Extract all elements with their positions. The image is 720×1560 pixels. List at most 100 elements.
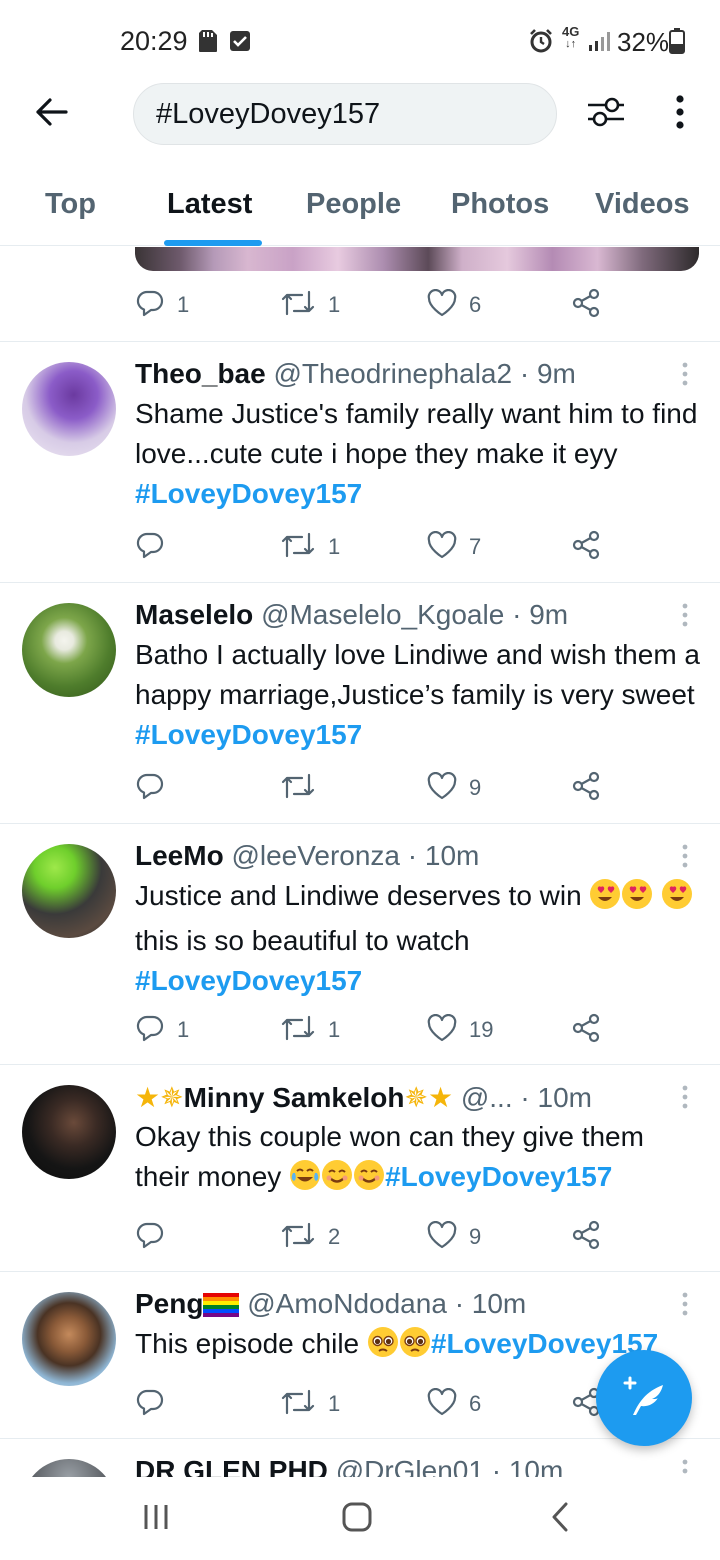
home-button[interactable] [327, 1497, 387, 1541]
tweet-media-image[interactable] [135, 247, 699, 271]
reply-icon [135, 288, 165, 323]
share-button[interactable] [571, 1010, 601, 1050]
tweet-more-button[interactable] [672, 359, 698, 393]
tab-latest[interactable]: Latest [167, 188, 252, 221]
tears-of-joy-emoji [289, 1159, 321, 1202]
display-name[interactable]: Peng [135, 1288, 203, 1319]
battery-icon [669, 26, 685, 56]
android-navigation-bar [0, 1477, 720, 1560]
tab-photos[interactable]: Photos [451, 188, 549, 221]
filter-sliders-icon [586, 95, 626, 134]
reply-button[interactable]: 1 [135, 1010, 189, 1050]
tweet-more-button[interactable] [672, 841, 698, 875]
share-button[interactable] [571, 527, 601, 567]
tweet-text-content: Shame Justice's family really want him t… [135, 398, 698, 469]
back-button[interactable] [28, 90, 76, 138]
tweet-divider [0, 341, 720, 342]
tweet-header: DR GLEN PHD @DrGlen01 · 10m [135, 1455, 685, 1477]
tweet-divider [0, 1438, 720, 1439]
user-handle: @AmoNdodana [247, 1288, 447, 1319]
reply-button[interactable] [135, 1384, 177, 1424]
tweet-header: Peng @AmoNdodana · 10m [135, 1288, 685, 1325]
display-name[interactable]: Maselelo [135, 599, 253, 630]
share-button[interactable] [571, 285, 601, 325]
share-icon [571, 530, 601, 565]
display-name[interactable]: DR GLEN PHD [135, 1455, 328, 1477]
tweet-actions: 1 1 6 [135, 285, 715, 325]
reply-count: 1 [177, 292, 190, 317]
tweet-text: Justice and Lindiwe deserves to win this… [135, 876, 700, 1001]
tweet-more-button[interactable] [672, 1456, 698, 1477]
tweet-more-button[interactable] [672, 1082, 698, 1116]
share-button[interactable] [571, 1217, 601, 1257]
avatar[interactable] [22, 603, 116, 697]
like-button[interactable]: 19 [427, 1010, 493, 1050]
tweet-more-button[interactable] [672, 1289, 698, 1323]
tweet-header: Maselelo @Maselelo_Kgoale · 9m [135, 599, 685, 631]
user-handle: @leeVeronza [231, 840, 401, 871]
like-button[interactable]: 9 [427, 768, 481, 808]
retweet-count: 1 [328, 1017, 341, 1042]
avatar[interactable] [22, 1459, 116, 1477]
tweet-header: Theo_bae @Theodrinephala2 · 9m [135, 358, 685, 390]
tab-people[interactable]: People [306, 188, 401, 221]
display-name[interactable]: LeeMo [135, 840, 224, 871]
reply-button[interactable] [135, 1217, 177, 1257]
retweet-button[interactable]: 1 [280, 1384, 340, 1424]
reply-button[interactable] [135, 527, 177, 567]
tweet-divider [0, 1064, 720, 1065]
hashtag-link[interactable]: #LoveyDovey157 [135, 719, 362, 750]
compose-tweet-button[interactable] [596, 1350, 692, 1446]
hashtag-link[interactable]: #LoveyDovey157 [385, 1161, 612, 1192]
tweet-text-content: this is so beautiful to watch [135, 925, 470, 956]
tweet-time: · 9m [512, 599, 569, 630]
heart-icon [427, 530, 457, 564]
hashtag-link[interactable]: #LoveyDovey157 [135, 478, 362, 509]
hashtag-link[interactable]: #LoveyDovey157 [135, 965, 362, 996]
avatar[interactable] [22, 1085, 116, 1179]
retweet-button[interactable]: 1 [280, 1010, 340, 1050]
display-name[interactable]: Theo_bae [135, 358, 266, 389]
retweet-button[interactable]: 1 [280, 527, 340, 567]
star-emoji: ✵★ [404, 1082, 454, 1113]
tweet-feed[interactable]: 1 1 6 Theo_bae @Theodrinephala2 · 9m Sha… [0, 247, 720, 1477]
recent-apps-button[interactable] [126, 1497, 186, 1541]
retweet-button[interactable]: 2 [280, 1217, 340, 1257]
pleading-face-emoji [367, 1326, 399, 1369]
tweet-actions: 1 7 [135, 527, 715, 567]
search-filter-button[interactable] [582, 92, 630, 136]
tweet-more-button[interactable] [672, 600, 698, 634]
like-count: 9 [469, 1224, 482, 1249]
search-input[interactable]: #LoveyDovey157 [133, 83, 557, 145]
avatar[interactable] [22, 362, 116, 456]
more-vertical-icon [682, 844, 688, 873]
like-count: 6 [469, 292, 482, 317]
tweet-text-content: This episode chile [135, 1328, 360, 1359]
avatar[interactable] [22, 844, 116, 938]
like-button[interactable]: 7 [427, 527, 481, 567]
alarm-icon [528, 26, 554, 56]
more-options-button[interactable] [660, 92, 700, 136]
more-vertical-icon [682, 1085, 688, 1114]
like-button[interactable]: 6 [427, 1384, 481, 1424]
sd-card-icon [198, 26, 218, 56]
share-button[interactable] [571, 768, 601, 808]
reply-button[interactable]: 1 [135, 285, 189, 325]
display-name[interactable]: Minny Samkeloh [184, 1082, 405, 1113]
like-button[interactable]: 9 [427, 1217, 481, 1257]
back-nav-button[interactable] [530, 1497, 590, 1541]
heart-icon [427, 288, 457, 322]
like-button[interactable]: 6 [427, 285, 481, 325]
reply-button[interactable] [135, 768, 177, 808]
tab-top[interactable]: Top [45, 188, 96, 221]
share-icon [571, 1220, 601, 1255]
share-icon [571, 1013, 601, 1048]
tweet-actions: 2 9 [135, 1217, 715, 1257]
pleading-face-emoji [399, 1326, 431, 1369]
tab-videos[interactable]: Videos [595, 188, 690, 221]
retweet-button[interactable]: 1 [280, 285, 340, 325]
retweet-button[interactable] [280, 768, 328, 808]
reply-icon [135, 771, 165, 806]
status-bar: 20:29 4G ↓↑ 32% [0, 0, 720, 84]
avatar[interactable] [22, 1292, 116, 1386]
